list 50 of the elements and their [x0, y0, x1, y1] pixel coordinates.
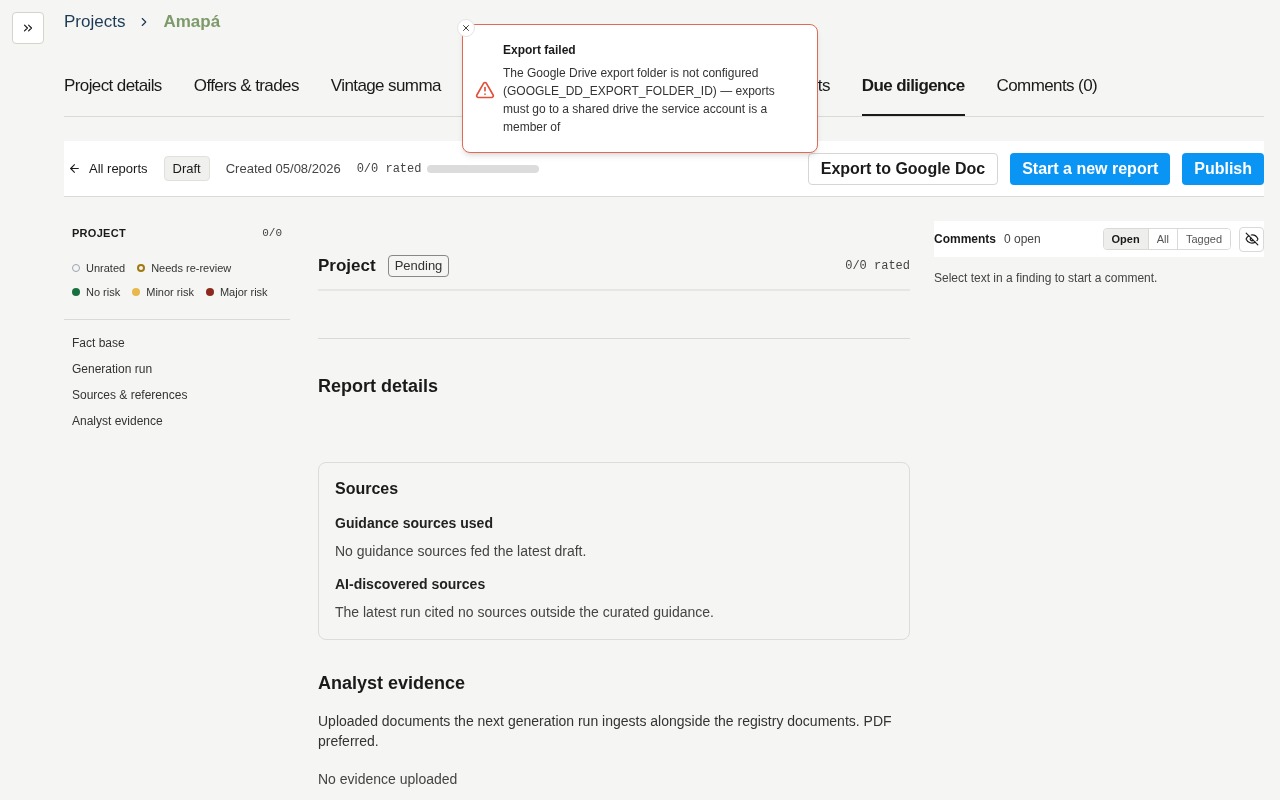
- close-button[interactable]: [457, 19, 475, 37]
- status-badge: Draft: [163, 155, 210, 182]
- double-chevron-icon: [21, 21, 35, 35]
- expand-sidebar-button[interactable]: [12, 12, 44, 44]
- sidebar-count: 0/0: [262, 226, 282, 241]
- sources-subheading: Guidance sources used: [335, 514, 494, 533]
- toast-message: The Google Drive export folder is not configured (GOOGLE_DD_EXPORT_FOLDER_ID) — exports must go to a shared drive the service account is a member of: [503, 65, 776, 136]
- toast-title: Export failed: [503, 42, 577, 59]
- back-link[interactable]: All reports: [64, 158, 148, 179]
- legend-label: No risk: [86, 285, 121, 300]
- rated-count: 0/0 rated: [356, 160, 422, 178]
- section-rated: 0/0 rated: [845, 258, 910, 275]
- created-date: Created 05/08/2026: [225, 159, 341, 178]
- filter-tab[interactable]: Open: [1103, 229, 1148, 249]
- section-title: Project: [318, 255, 376, 278]
- sidebar-item[interactable]: Generation run: [64, 355, 290, 382]
- tab[interactable]: Vintage summa: [330, 72, 441, 116]
- legend-label: Unrated: [86, 260, 126, 276]
- sidebar-title: PROJECT: [72, 226, 126, 241]
- back-arrow-icon: [68, 162, 81, 175]
- sidebar-item[interactable]: Sources & references: [64, 381, 290, 408]
- sources-subheading: AI-discovered sources: [335, 575, 487, 594]
- report-details-heading: Report details: [318, 375, 440, 398]
- tab[interactable]: Offers & trades: [193, 72, 299, 116]
- legend-label: Needs re-review: [151, 260, 232, 276]
- tab[interactable]: Comments (0): [996, 72, 1098, 116]
- legend-label: Minor risk: [146, 285, 194, 300]
- comments-count: 0 open: [1004, 231, 1041, 248]
- comments-hint: Select text in a finding to start a comment.: [934, 270, 1159, 287]
- close-icon: [461, 23, 471, 33]
- filter-tab[interactable]: Tagged: [1176, 229, 1230, 249]
- pending-badge: Pending: [387, 255, 450, 277]
- empty-evidence-text: No evidence uploaded: [318, 770, 459, 789]
- sources-text: No guidance sources fed the latest draft.: [335, 542, 588, 561]
- evidence-description: Uploaded documents the next generation run ingests alongside the registry documents. PDF preferred.: [318, 712, 893, 751]
- comments-title: Comments: [934, 231, 996, 248]
- export-button[interactable]: Export to Google Doc: [807, 152, 999, 185]
- sidebar-item[interactable]: Analyst evidence: [64, 407, 290, 434]
- tab[interactable]: Due diligence: [861, 72, 965, 116]
- sources-heading: Sources: [335, 479, 400, 499]
- evidence-heading: Analyst evidence: [318, 672, 467, 695]
- tab[interactable]: Project details: [64, 72, 162, 116]
- tab[interactable]: ts: [817, 72, 830, 116]
- warning-icon: [475, 79, 495, 100]
- sources-text: The latest run cited no sources outside the curated guidance.: [335, 603, 715, 622]
- legend-label: Major risk: [219, 285, 268, 300]
- hide-comments-button[interactable]: [1239, 226, 1264, 252]
- breadcrumb-link[interactable]: Projects: [64, 9, 126, 35]
- eye-off-icon: [1244, 232, 1259, 246]
- sidebar-item[interactable]: Fact base: [64, 329, 290, 356]
